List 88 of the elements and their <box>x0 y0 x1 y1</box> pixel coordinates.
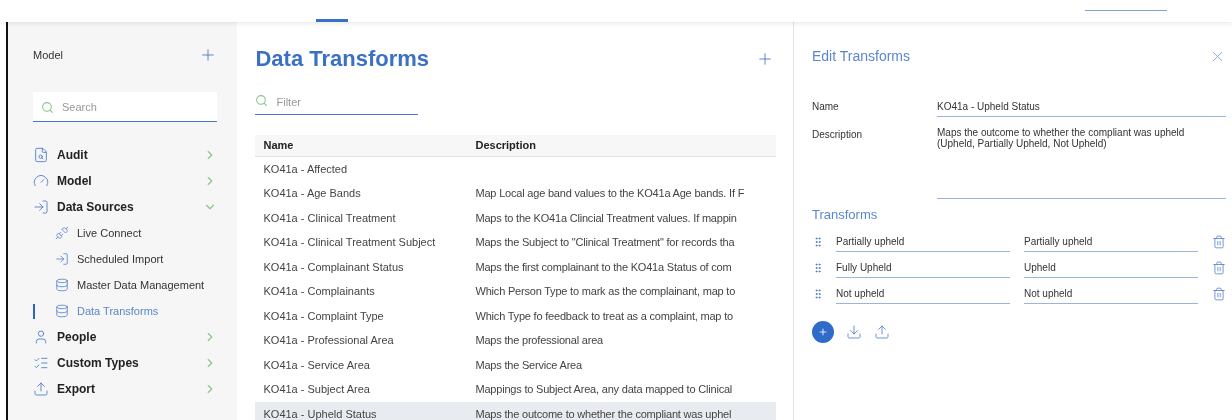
section-title: Transforms <box>812 206 879 224</box>
column-header: Name <box>262 137 295 153</box>
source-field[interactable]: Fully Upheld <box>836 257 1010 278</box>
database-icon <box>55 278 69 292</box>
trash-icon <box>1212 286 1226 301</box>
person-icon <box>33 329 49 345</box>
table-cell-text: Maps the first complainant to the KO41a Status of com <box>474 259 732 275</box>
plus-icon <box>818 326 828 337</box>
source-field[interactable]: Not upheld <box>836 283 1010 304</box>
table-cell-text: Which Type fo feedback to treat as a complaint, map to <box>474 308 733 324</box>
filter-field[interactable]: Filter <box>255 90 419 115</box>
table-cell-text: KO41a - Subject Area <box>262 382 371 397</box>
table-cell-text: KO41a - Age Bands <box>262 186 362 201</box>
nav-item[interactable]: Custom Types <box>33 350 218 376</box>
delete-button[interactable] <box>1212 286 1226 301</box>
table-cell-text: KO41a - Complainant Status <box>262 259 405 275</box>
upload-icon <box>874 323 890 340</box>
table-cell-text: Maps the Subject to "Clinical Treatment" for records tha <box>474 235 735 250</box>
search-field[interactable]: Search <box>33 92 218 122</box>
table-cell-text: Maps the Service Area <box>474 357 582 373</box>
nav-item[interactable]: Export <box>33 376 218 402</box>
panel-title: Edit Transforms <box>812 47 911 66</box>
table-cell-text: Which Person Type to mark as the complainant, map to <box>474 284 736 299</box>
nav-item[interactable]: Model <box>33 168 218 194</box>
table-cell-text: KO41a - Professional Area <box>262 333 395 348</box>
add-button[interactable] <box>812 320 834 343</box>
table-cell-text: Mappings to Subject Area, any data mapped to Clinical <box>474 382 733 397</box>
table-cell-text: Maps the outcome to whether the compliant was uphel <box>474 406 732 420</box>
list-icon <box>33 355 49 371</box>
export-button[interactable] <box>874 323 890 340</box>
table-cell-text: KO41a - Complainants <box>262 284 376 299</box>
field-label: Name <box>812 100 840 114</box>
delete-button[interactable] <box>1212 260 1226 275</box>
nav-subitem[interactable]: Master Data Management <box>33 272 218 298</box>
table-cell-text: KO41a - Clinical Treatment <box>262 210 397 226</box>
target-field[interactable]: Not upheld <box>1024 283 1198 304</box>
nav-item[interactable]: Data Sources <box>33 194 218 220</box>
enter-icon <box>33 199 49 215</box>
table-row[interactable]: KO41a - Service Area Maps the Service Area <box>255 352 776 377</box>
gauge-icon <box>33 173 49 189</box>
name-field[interactable]: KO41a - Upheld Status <box>937 97 1226 117</box>
drag-handle-icon[interactable] <box>812 287 824 300</box>
table-cell-text: KO41a - Service Area <box>262 357 371 373</box>
table-cell-text: KO41a - Complaint Type <box>262 308 385 324</box>
table-cell-text: Map Local age band values to the KO41a Age bands. If F <box>474 186 745 201</box>
table-row[interactable]: KO41a - Complainant Status Maps the first complainant to the KO41a Status of com <box>255 254 776 279</box>
enter-icon <box>55 252 69 266</box>
source-field[interactable]: Partially upheld <box>836 231 1010 252</box>
table-row[interactable]: KO41a - Affected <box>255 156 776 181</box>
database-icon <box>55 304 69 318</box>
search-icon <box>255 94 269 107</box>
table-row[interactable]: KO41a - Clinical Treatment Maps to the KO41a Clincial Treatment values. If mappin <box>255 205 776 230</box>
table-cell-text: KO41a - Upheld Status <box>262 406 378 420</box>
table-cell-text: Maps the professional area <box>474 333 603 348</box>
delete-button[interactable] <box>1212 234 1226 249</box>
trash-icon <box>1212 260 1226 275</box>
column-header: Description <box>474 137 536 153</box>
drag-handle-icon[interactable] <box>812 235 824 248</box>
tab-underline <box>316 19 348 22</box>
table-row[interactable]: KO41a - Clinical Treatment Subject Maps the Subject to "Clinical Treatment" for records tha <box>255 230 776 255</box>
sidebar-title: Model <box>33 47 63 63</box>
search-icon <box>41 101 54 114</box>
page-title: Data Transforms <box>255 45 430 73</box>
description-field[interactable]: Maps the outcome to whether the compliant was upheld (Upheld, Partially Upheld, Not Upheld) <box>937 125 1226 199</box>
document-search-icon <box>33 147 49 163</box>
nav-item[interactable]: People <box>33 324 218 350</box>
upload-icon <box>33 381 49 397</box>
table-row[interactable]: KO41a - Upheld Status Maps the outcome to whether the compliant was uphel <box>255 401 776 420</box>
target-field[interactable]: Upheld <box>1024 257 1198 278</box>
plug-icon <box>55 226 69 240</box>
download-icon <box>846 323 862 340</box>
table-row[interactable]: KO41a - Subject Area Mappings to Subject Area, any data mapped to Clinical <box>255 377 776 402</box>
nav-subitem[interactable]: Data Transforms <box>33 298 218 324</box>
drag-handle-icon[interactable] <box>812 261 824 274</box>
trash-icon <box>1212 234 1226 249</box>
table-cell-text: KO41a - Affected <box>262 161 349 177</box>
nav-subitem[interactable]: Scheduled Import <box>33 246 218 272</box>
table-row[interactable]: KO41a - Age Bands Map Local age band values to the KO41a Age bands. If F <box>255 181 776 206</box>
nav-item[interactable]: Audit <box>33 142 218 168</box>
table-row[interactable]: KO41a - Complaint Type Which Type fo feedback to treat as a complaint, map to <box>255 303 776 328</box>
table-cell-text: Maps to the KO41a Clincial Treatment values. If mappin <box>474 210 737 226</box>
table-row[interactable]: KO41a - Complainants Which Person Type to mark as the complainant, map to <box>255 279 776 304</box>
table-row[interactable]: KO41a - Professional Area Maps the professional area <box>255 328 776 353</box>
target-field[interactable]: Partially upheld <box>1024 231 1198 252</box>
nav-subitem[interactable]: Live Connect <box>33 220 218 246</box>
field-label: Description <box>812 128 864 142</box>
table-cell-text: KO41a - Clinical Treatment Subject <box>262 235 437 250</box>
import-button[interactable] <box>846 323 862 340</box>
